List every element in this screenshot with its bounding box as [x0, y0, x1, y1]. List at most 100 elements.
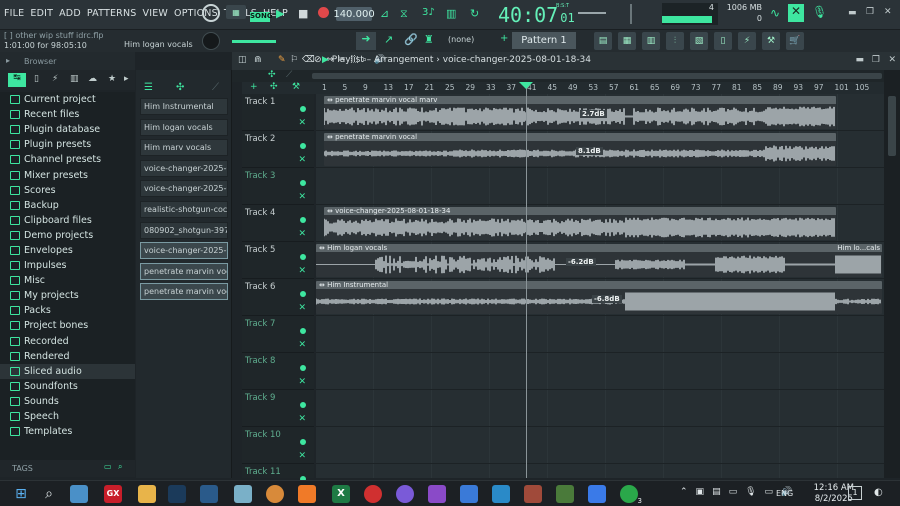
opera-gx-icon[interactable]: GX: [104, 485, 122, 503]
doc-icon[interactable]: ▯: [34, 74, 39, 84]
file-icon[interactable]: ▯: [714, 32, 732, 50]
browser-item[interactable]: Sounds: [0, 394, 135, 409]
curve-icon[interactable]: ⟋: [286, 70, 292, 80]
paint-icon[interactable]: ⚐: [290, 55, 298, 65]
audio-clip[interactable]: ⇹ Him Instrumental -6.8dB: [316, 281, 882, 314]
track-mute-led-icon[interactable]: [300, 143, 306, 149]
track-mute-led-icon[interactable]: [300, 291, 306, 297]
add-track-icon[interactable]: +: [250, 82, 258, 92]
song-mode-button[interactable]: SONG: [250, 12, 273, 22]
excel-icon[interactable]: X: [332, 485, 350, 503]
notifications-icon[interactable]: 1: [848, 486, 862, 500]
minimize-icon[interactable]: ▬: [848, 8, 857, 18]
arrow-icon[interactable]: ▸: [6, 56, 10, 65]
picker-clip[interactable]: realistic-shotgun-cockin...: [140, 201, 228, 218]
browser-item[interactable]: Packs: [0, 303, 135, 318]
browser-item[interactable]: Sliced audio: [0, 363, 135, 379]
microphone-icon[interactable]: 🎙: [812, 5, 827, 19]
track-mute-led-icon[interactable]: [300, 328, 306, 334]
loop-record-icon[interactable]: ↻: [470, 7, 479, 20]
picker-clip[interactable]: Him marv vocals: [140, 139, 228, 157]
track-header[interactable]: Track 3 ✕: [242, 168, 314, 205]
menu-patterns[interactable]: PATTERNS: [87, 8, 137, 19]
picker-audio-icon[interactable]: ✣: [176, 82, 184, 93]
roblox-icon[interactable]: [588, 485, 606, 503]
browser-app-icon[interactable]: [266, 485, 284, 503]
menu-file[interactable]: FILE: [4, 8, 24, 19]
browser-item[interactable]: Speech: [0, 409, 135, 424]
audio-clip[interactable]: ⇹ voice-changer-2025-08-01-18-34: [324, 207, 836, 240]
link-icon[interactable]: 🔗: [404, 33, 418, 46]
pattern-mode-icon[interactable]: ▦: [226, 5, 246, 19]
wait-input-icon[interactable]: ⧖: [400, 7, 408, 21]
whatsapp-icon[interactable]: 3: [620, 485, 642, 505]
panel-minimize-icon[interactable]: ▬: [855, 55, 864, 65]
playlist-track-row[interactable]: [316, 353, 884, 390]
browser-item[interactable]: My projects: [0, 288, 135, 303]
tempo-display[interactable]: 140.000: [333, 7, 375, 21]
playlist-track-row[interactable]: ⇹ voice-changer-2025-08-01-18-34: [316, 205, 884, 242]
master-pitch-slider[interactable]: [232, 40, 276, 43]
panel-close-icon[interactable]: ✕: [888, 55, 896, 65]
step-edit-icon[interactable]: ▥: [446, 7, 456, 20]
horizontal-scrollbar[interactable]: [312, 73, 882, 79]
clone-icon[interactable]: ◫: [238, 55, 247, 65]
panel-restore-icon[interactable]: ❐: [872, 55, 880, 65]
widgets-icon[interactable]: ◐: [874, 487, 883, 498]
obs-record-icon[interactable]: [364, 485, 382, 503]
metronome-icon[interactable]: ⊿: [380, 7, 389, 20]
playlist-grid[interactable]: ⇹ penetrate marvin vocal marv 2.7dB ⇹ pene…: [316, 94, 884, 501]
fl-studio-icon[interactable]: [298, 485, 316, 503]
pitch-slider[interactable]: [578, 12, 606, 14]
discord-icon[interactable]: [396, 485, 414, 503]
track-mute-led-icon[interactable]: [300, 217, 306, 223]
start-icon[interactable]: ⊞: [12, 485, 30, 503]
playlist-window-icon[interactable]: ▤: [594, 32, 612, 50]
add-pattern-icon[interactable]: +: [500, 33, 508, 44]
restore-icon[interactable]: ❐: [866, 7, 874, 17]
telegram-icon[interactable]: [492, 485, 510, 503]
audio-clip[interactable]: ⇹ penetrate marvin vocal marv 2.7dB: [324, 96, 836, 129]
tray-chevron-icon[interactable]: ⌃: [680, 487, 688, 497]
playlist-track-row[interactable]: ⇹ Him Instrumental -6.8dB: [316, 279, 884, 316]
browser-item[interactable]: Plugin database: [0, 122, 135, 137]
browser-item[interactable]: Clipboard files: [0, 213, 135, 228]
track-header[interactable]: Track 2 ✕: [242, 131, 314, 168]
pattern-none-selector[interactable]: (none): [448, 35, 474, 44]
waveform-icon[interactable]: ∿: [770, 6, 780, 20]
arrangement-name[interactable]: voice-changer-2025-08-01-18-34: [443, 55, 591, 65]
all-files-icon[interactable]: ↹: [8, 73, 26, 87]
mixer-icon[interactable]: ⫶: [666, 32, 684, 50]
file-explorer-icon[interactable]: [138, 485, 156, 503]
track-header[interactable]: Track 7 ✕: [242, 316, 314, 353]
clip-gain-label[interactable]: 8.1dB: [576, 147, 603, 155]
audio-clip-title[interactable]: ⇹ penetrate marvin vocal marv: [324, 96, 836, 104]
more-icon[interactable]: ▸: [124, 74, 129, 84]
picker-automation-icon[interactable]: ⟋: [212, 82, 219, 93]
audio-clip[interactable]: ⇹ penetrate marvin vocal 8.1dB: [324, 133, 836, 166]
browser-item[interactable]: Channel presets: [0, 152, 135, 167]
track-header[interactable]: Track 6 ✕: [242, 279, 314, 316]
playlist-track-row[interactable]: [316, 316, 884, 353]
track-header[interactable]: Track 1 ✕: [242, 94, 314, 131]
steam-icon[interactable]: [168, 485, 186, 503]
browser-item[interactable]: Templates: [0, 424, 135, 439]
browser-item[interactable]: Recorded: [0, 334, 135, 349]
track-header[interactable]: Track 4 ✕: [242, 205, 314, 242]
wrench-icon[interactable]: ⚒: [762, 32, 780, 50]
clip-gain-label[interactable]: -6.2dB: [566, 258, 596, 266]
picker-clip[interactable]: penetrate marvin vocal...: [140, 283, 228, 301]
audio-clip-title[interactable]: ⇹ penetrate marvin vocal: [324, 133, 836, 141]
menu-add[interactable]: ADD: [59, 8, 81, 19]
picker-menu-icon[interactable]: ☰: [144, 82, 153, 93]
playlist-track-row[interactable]: [316, 390, 884, 427]
track-close-icon[interactable]: ✕: [298, 155, 306, 165]
track-close-icon[interactable]: ✕: [298, 377, 306, 387]
steam2-icon[interactable]: [200, 485, 218, 503]
track-close-icon[interactable]: ✕: [298, 303, 306, 313]
audio-clip-title[interactable]: ⇹ Him logan vocals Him lo...cals: [316, 244, 882, 252]
audio-clip-title[interactable]: ⇹ Him Instrumental: [316, 281, 882, 289]
search-icon[interactable]: ⌕: [118, 462, 122, 472]
pattern-selector[interactable]: Pattern 1: [512, 32, 576, 49]
playlist-track-row[interactable]: ⇹ penetrate marvin vocal 8.1dB: [316, 131, 884, 168]
